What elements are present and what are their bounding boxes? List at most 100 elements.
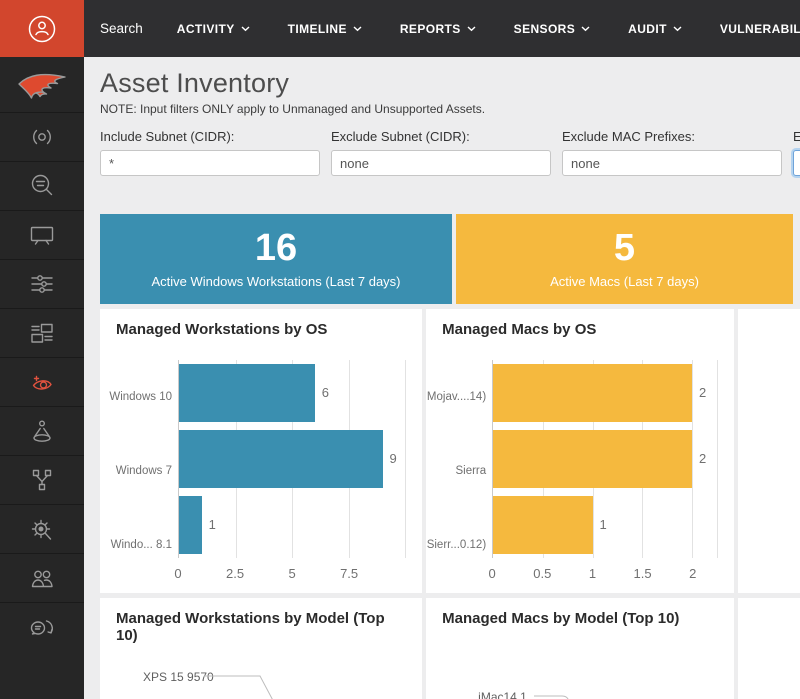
user-account-icon [26,13,58,45]
filter-input[interactable] [100,150,320,176]
pie-callout-line [204,670,289,699]
filter-input[interactable] [562,150,782,176]
sidebar-item-discover[interactable] [0,357,84,406]
bar-row: 2 [493,364,717,422]
category-label: Sierra [442,434,492,508]
sidebar-item-users[interactable] [0,553,84,602]
filter-label: Exclude MAC Prefixes: [562,129,782,144]
os-charts-row: Managed Workstations by OS Windows 10Win… [100,309,800,593]
bar-value-label: 1 [209,517,216,532]
nav-item-label: ACTIVITY [177,22,235,36]
filter-label: Exclude Subnet (CIDR): [331,129,551,144]
bar-row: 1 [179,496,405,554]
tick-label: 7.5 [340,566,358,581]
workflow-icon [26,464,58,496]
stat-card-row: 16Active Windows Workstations (Last 7 da… [100,214,800,304]
stat-card-1[interactable]: 5 Active Macs (Last 7 days) [456,214,793,304]
category-label: Sierr...0.12) [442,508,492,582]
chart-plot-area: 221 [492,360,718,558]
chart-plot-area: 6 9 1 [178,360,406,558]
category-label: Windows 7 [116,434,178,508]
host-monitor-icon [26,219,58,251]
sidebar [0,0,84,699]
nav-search[interactable]: Search [100,21,143,36]
chevron-down-icon [353,26,362,32]
chevron-down-icon [467,26,476,32]
bar[interactable] [493,430,692,488]
panel-macs-by-model: Managed Macs by Model (Top 10) iMac14,1 [426,598,734,699]
category-label: Mojav....14) [442,360,492,434]
sidebar-item-dashboards[interactable] [0,308,84,357]
stat-value: 5 [614,229,635,269]
sidebar-item-broadcast[interactable] [0,112,84,161]
sidebar-item-investigate[interactable] [0,161,84,210]
filter-label: Include Subnet (CIDR): [100,129,320,144]
chart-title: Managed Workstations by OS [116,321,406,338]
filter-1: Exclude Subnet (CIDR): [331,129,551,176]
chart-plot-column: 22100.511.52 [492,360,718,582]
sidebar-item-sandbox[interactable] [0,406,84,455]
category-label: Windo... 8.1 [116,508,178,582]
chart-x-ticks: 00.511.52 [492,558,718,582]
top-navigation: Search ACTIVITY TIMELINE REPORTS SENSORS AUD… [84,0,800,57]
tick-label: 0.5 [533,566,551,581]
page-note: NOTE: Input filters ONLY apply to Unmana… [100,102,800,116]
chart-title: Managed Macs by OS [442,321,718,338]
tick-label: 0 [174,566,181,581]
bar[interactable] [179,430,383,488]
stat-value: 16 [255,229,297,269]
filter-input[interactable] [793,150,800,176]
support-chat-icon [26,611,58,643]
stat-label: Active Macs (Last 7 days) [550,274,699,289]
bar[interactable] [493,364,692,422]
tick-label: 2.5 [226,566,244,581]
bar-value-label: 6 [322,385,329,400]
panel-workstations-by-os: Managed Workstations by OS Windows 10Win… [100,309,422,593]
bar-value-label: 2 [699,451,706,466]
filter-3: Ex [793,129,800,176]
sidebar-item-workflow[interactable] [0,455,84,504]
nav-item-timeline[interactable]: TIMELINE [288,22,362,36]
crowdstrike-falcon-logo-icon [16,69,68,101]
sandbox-flask-icon [26,415,58,447]
bar[interactable] [179,364,315,422]
bar-value-label: 2 [699,385,706,400]
bar[interactable] [179,496,202,554]
sidebar-item-hosts[interactable] [0,210,84,259]
bar-row: 2 [493,430,717,488]
pie-slice-label: iMac14,1 [478,690,527,699]
nav-item-label: REPORTS [400,22,461,36]
bar[interactable] [493,496,592,554]
panel-macs-by-os: Managed Macs by OS Mojav....14)SierraSie… [426,309,734,593]
bar-row: 6 [179,364,405,422]
nav-item-reports[interactable]: REPORTS [400,22,476,36]
main-content: Asset Inventory NOTE: Input filters ONLY… [84,57,800,699]
nav-item-label: AUDIT [628,22,667,36]
chevron-down-icon [241,26,250,32]
sidebar-item-configuration[interactable] [0,259,84,308]
nav-item-label: SENSORS [514,22,575,36]
sidebar-item-support[interactable] [0,602,84,651]
filter-2: Exclude MAC Prefixes: [562,129,782,176]
filter-input[interactable] [331,150,551,176]
sidebar-item-falcon-home[interactable] [0,57,84,112]
category-label: Windows 10 [116,360,178,434]
tick-label: 0 [489,566,496,581]
nav-item-vulnerabilities[interactable]: VULNERABILITIES [720,22,800,36]
bar-value-label: 9 [390,451,397,466]
panel-partial-right [738,598,800,699]
hunt-target-icon [26,513,58,545]
nav-item-audit[interactable]: AUDIT [628,22,682,36]
sidebar-item-hunt[interactable] [0,504,84,553]
nav-item-activity[interactable]: ACTIVITY [177,22,250,36]
nav-item-sensors[interactable]: SENSORS [514,22,590,36]
investigate-search-icon [26,170,58,202]
user-account-button[interactable] [0,0,84,57]
chart-x-ticks: 02.557.5 [178,558,406,582]
tick-label: 1 [589,566,596,581]
configuration-sliders-icon [26,268,58,300]
tick-label: 2 [689,566,696,581]
stat-card-0[interactable]: 16Active Windows Workstations (Last 7 da… [100,214,452,304]
chart-y-labels: Mojav....14)SierraSierr...0.12) [442,360,492,582]
chart-plot-column: 6 9 1 02.557.5 [178,360,406,582]
